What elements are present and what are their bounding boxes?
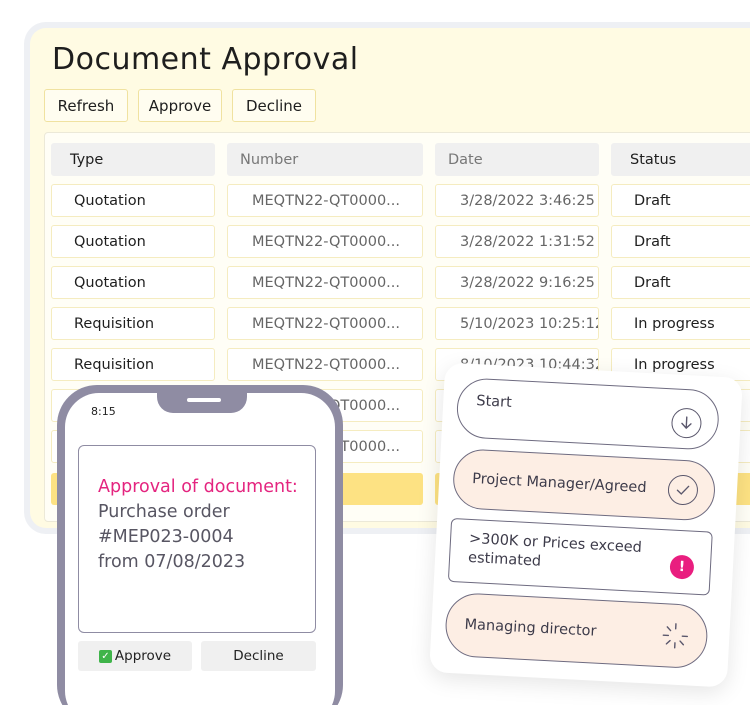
approval-message-card: Approval of document: Purchase order #ME… [78, 445, 316, 633]
phone-speaker [187, 398, 221, 402]
phone-notch [157, 393, 247, 413]
column-header-number[interactable]: Number [227, 143, 423, 176]
table-cell-date[interactable]: 3/28/2022 3:46:25 [435, 184, 599, 217]
table-cell-status[interactable]: Draft [611, 184, 750, 217]
workflow-card: Start Project Manager/Agreed >300K or Pr… [429, 362, 743, 688]
table-cell-type[interactable]: Quotation [51, 266, 215, 299]
phone-approve-label: Approve [114, 648, 172, 664]
approve-button[interactable]: Approve [138, 89, 222, 122]
table-cell-number[interactable]: MEQTN22-QT0000... [227, 348, 423, 381]
table-cell-date[interactable]: 3/28/2022 9:16:25 [435, 266, 599, 299]
table-cell-type[interactable]: Requisition [51, 348, 215, 381]
workflow-step-label: Project Manager/Agreed [471, 470, 647, 497]
phone-decline-button[interactable]: Decline [201, 641, 316, 671]
spinner-icon [660, 620, 692, 652]
stage: Document Approval Refresh Approve Declin… [0, 0, 750, 705]
refresh-button[interactable]: Refresh [44, 89, 128, 122]
workflow-step-start[interactable]: Start [455, 377, 721, 451]
workflow-step-managing-director[interactable]: Managing director [443, 591, 709, 670]
column-header-type[interactable]: Type [51, 143, 215, 176]
workflow-step-label: Managing director [464, 616, 597, 640]
table-cell-number[interactable]: MEQTN22-QT0000... [227, 307, 423, 340]
column-header-status[interactable]: Status [611, 143, 750, 176]
phone-mockup: 8:15 Approval of document: Purchase orde… [57, 385, 343, 705]
workflow-step-label: Start [475, 393, 513, 411]
phone-approve-button[interactable]: ✓ Approve [78, 641, 192, 671]
arrow-down-circle-icon [670, 407, 703, 439]
message-document-type: Purchase order [98, 502, 230, 522]
table-cell-date[interactable]: 3/28/2022 1:31:52 [435, 225, 599, 258]
table-cell-type[interactable]: Quotation [51, 225, 215, 258]
table-cell-status[interactable]: Draft [611, 225, 750, 258]
check-circle-icon [667, 474, 699, 506]
exclamation-icon: ! [669, 554, 695, 580]
workflow-step-label: >300K or Prices exceed estimated [467, 530, 643, 570]
table-cell-date[interactable]: 5/10/2023 10:25:12 [435, 307, 599, 340]
phone-screen: 8:15 Approval of document: Purchase orde… [65, 393, 335, 705]
page-title: Document Approval [52, 42, 359, 77]
workflow-step-project-manager[interactable]: Project Manager/Agreed [451, 448, 717, 522]
table-cell-type[interactable]: Quotation [51, 184, 215, 217]
message-document-number: #MEP023-0004 [98, 527, 234, 547]
check-mark-icon: ✓ [98, 649, 112, 663]
message-title: Approval of document: [98, 477, 298, 497]
workflow-step-condition[interactable]: >300K or Prices exceed estimated ! [447, 517, 713, 596]
table-cell-number[interactable]: MEQTN22-QT0000... [227, 225, 423, 258]
table-cell-status[interactable]: In progress [611, 307, 750, 340]
phone-clock: 8:15 [91, 405, 116, 418]
column-header-date[interactable]: Date [435, 143, 599, 176]
table-cell-number[interactable]: MEQTN22-QT0000... [227, 266, 423, 299]
message-document-date: from 07/08/2023 [98, 552, 246, 572]
table-cell-status[interactable]: Draft [611, 266, 750, 299]
table-cell-number[interactable]: MEQTN22-QT0000... [227, 184, 423, 217]
decline-button[interactable]: Decline [232, 89, 316, 122]
table-cell-type[interactable]: Requisition [51, 307, 215, 340]
